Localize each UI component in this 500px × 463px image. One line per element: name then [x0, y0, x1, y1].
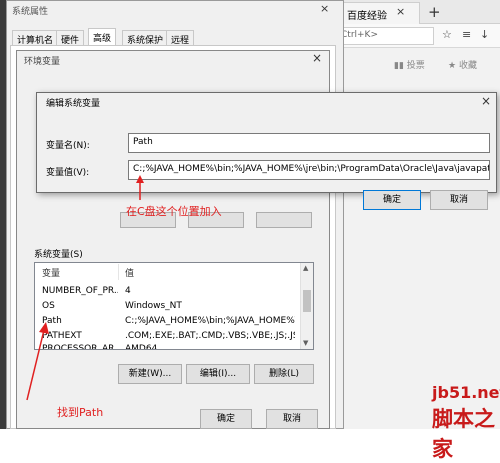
annotation-find-path: 找到Path	[57, 406, 104, 419]
watermark-logo: 脚本之家	[432, 407, 495, 461]
annotation-arrows	[26, 175, 144, 401]
arrow-to-value-field-icon	[136, 175, 144, 200]
annotation-add-here: 在C盘这个位置加入	[126, 205, 222, 218]
arrow-to-path-row-icon	[26, 322, 49, 401]
watermark-site: jb51.net	[432, 383, 500, 402]
